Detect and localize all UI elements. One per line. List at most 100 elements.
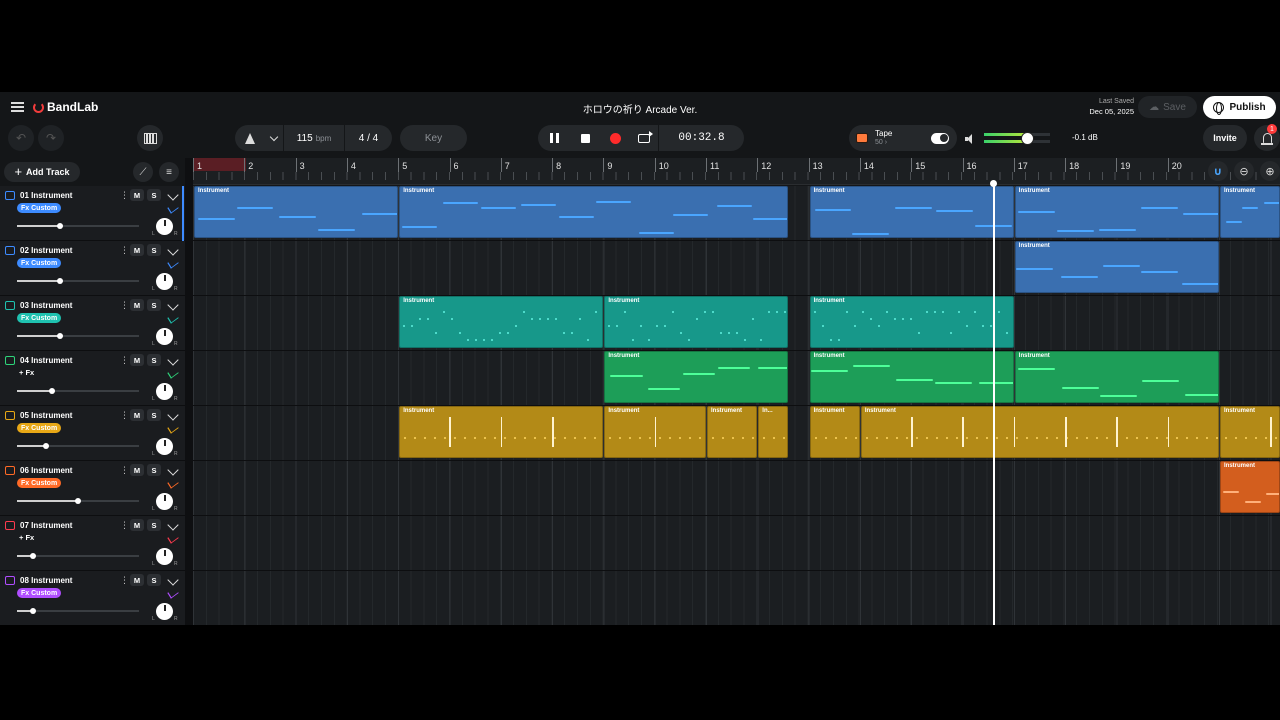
track-volume-slider[interactable]	[17, 332, 139, 339]
fx-badge[interactable]: Fx Custom	[17, 588, 62, 598]
pan-knob[interactable]	[156, 548, 173, 565]
midi-clip[interactable]: Instrument	[399, 186, 789, 238]
chevron-down-icon[interactable]	[167, 354, 179, 366]
track-name[interactable]: 06 Instrument	[20, 466, 72, 475]
track-lane[interactable]: Instrument Instrument Instrument	[193, 351, 1280, 406]
midi-clip[interactable]: Instrument	[1014, 241, 1219, 293]
track-volume-slider[interactable]	[17, 277, 139, 284]
ruler-bar-6[interactable]: 6	[449, 158, 459, 172]
midi-clip[interactable]: Instrument	[604, 406, 706, 458]
timeline-ruler[interactable]: 1 2 3 4 5 6 7 8 9 10 11 12 13 14 15 16 17 18 19 20	[193, 158, 1280, 185]
volume-handle[interactable]	[49, 387, 56, 394]
ruler-bar-1[interactable]: 1	[193, 158, 202, 172]
chevron-down-icon[interactable]	[167, 299, 179, 311]
time-signature-field[interactable]: 4 / 4	[345, 133, 392, 144]
more-options-icon[interactable]: ⋮	[120, 465, 129, 476]
track-header[interactable]: 07 Instrument ⋮ M S + Fx L R	[0, 516, 185, 571]
volume-handle[interactable]	[75, 497, 81, 504]
mute-button[interactable]: M	[130, 409, 144, 421]
track-header[interactable]: 05 Instrument ⋮ M S Fx Custom L R	[0, 406, 185, 461]
ruler-bar-4[interactable]: 4	[346, 158, 356, 172]
track-header[interactable]: 03 Instrument ⋮ M S Fx Custom L R	[0, 296, 185, 351]
fx-badge[interactable]: Fx Custom	[17, 203, 62, 213]
more-options-icon[interactable]: ⋮	[120, 190, 129, 201]
track-name[interactable]: 01 Instrument	[20, 191, 72, 200]
track-header[interactable]: 04 Instrument ⋮ M S + Fx L R	[0, 351, 185, 406]
ruler-bar-13[interactable]: 13	[808, 158, 823, 172]
add-track-button[interactable]: + Add Track	[4, 162, 80, 182]
tempo-field[interactable]: 115 bpm	[284, 133, 344, 144]
project-title[interactable]: ホロウの祈り Arcade Ver.	[583, 105, 697, 116]
automation-icon[interactable]	[167, 367, 179, 379]
keyboard-button[interactable]	[137, 125, 163, 151]
record-button[interactable]	[600, 132, 630, 144]
midi-clip[interactable]: Instrument	[809, 406, 860, 458]
track-volume-slider[interactable]	[17, 222, 139, 229]
ruler-bar-16[interactable]: 16	[962, 158, 977, 172]
volume-handle[interactable]	[29, 607, 36, 614]
midi-clip[interactable]: Instrument	[194, 186, 399, 238]
publish-button[interactable]: Publish	[1203, 96, 1276, 119]
more-options-icon[interactable]: ⋮	[120, 300, 129, 311]
pause-button[interactable]	[538, 133, 570, 143]
track-lane[interactable]: Instrument	[193, 241, 1280, 296]
fx-badge[interactable]: Fx Custom	[17, 423, 62, 433]
ruler-bar-20[interactable]: 20	[1167, 158, 1182, 172]
ruler-bar-17[interactable]: 17	[1013, 158, 1028, 172]
save-button[interactable]: ☁ Save	[1138, 96, 1197, 118]
track-volume-slider[interactable]	[17, 387, 139, 394]
chevron-down-icon[interactable]	[167, 189, 179, 201]
track-header[interactable]: 02 Instrument ⋮ M S Fx Custom L R	[0, 241, 185, 296]
more-options-icon[interactable]: ⋮	[120, 575, 129, 586]
pan-knob[interactable]	[156, 218, 173, 235]
tape-toggle[interactable]	[931, 132, 949, 144]
midi-clip[interactable]: Instrument	[1220, 186, 1280, 238]
fx-badge[interactable]: Fx Custom	[17, 313, 62, 323]
automation-icon[interactable]	[167, 312, 179, 324]
ruler-bar-19[interactable]: 19	[1116, 158, 1130, 172]
ruler-bar-14[interactable]: 14	[859, 158, 874, 172]
more-options-icon[interactable]: ⋮	[120, 410, 129, 421]
pan-knob[interactable]	[156, 493, 173, 510]
midi-clip[interactable]: Instrument	[707, 406, 758, 458]
track-name[interactable]: 02 Instrument	[20, 246, 72, 255]
midi-clip[interactable]: Instrument	[809, 186, 1014, 238]
midi-clip[interactable]: Instrument	[809, 296, 1014, 348]
midi-clip[interactable]: Instrument	[1014, 186, 1219, 238]
track-volume-slider[interactable]	[17, 442, 139, 449]
automation-icon[interactable]	[167, 587, 179, 599]
ruler-bar-12[interactable]: 12	[757, 158, 771, 172]
metronome-button[interactable]	[235, 132, 265, 144]
midi-clip[interactable]: Instrument	[860, 406, 1219, 458]
fx-badge[interactable]: Fx Custom	[17, 478, 62, 488]
track-header[interactable]: 01 Instrument ⋮ M S Fx Custom L R	[0, 186, 185, 241]
time-display[interactable]: 00:32.8	[659, 132, 744, 144]
key-button[interactable]: Key	[400, 125, 467, 151]
track-settings-button[interactable]: ≡	[159, 162, 179, 182]
midi-clip[interactable]: Instrument	[399, 406, 604, 458]
add-fx-button[interactable]: + Fx	[19, 533, 34, 542]
midi-clip[interactable]: Instrument	[604, 351, 789, 403]
track-lane[interactable]: Instrument	[193, 461, 1280, 516]
track-volume-slider[interactable]	[17, 552, 139, 559]
solo-button[interactable]: S	[147, 574, 161, 586]
more-options-icon[interactable]: ⋮	[120, 520, 129, 531]
track-lane[interactable]: Instrument Instrument Instrument	[193, 296, 1280, 351]
playhead[interactable]	[993, 182, 995, 625]
automation-button[interactable]: ⟋	[133, 162, 153, 182]
mute-button[interactable]: M	[130, 299, 144, 311]
mute-button[interactable]: M	[130, 189, 144, 201]
mute-button[interactable]: M	[130, 464, 144, 476]
menu-icon[interactable]	[11, 102, 24, 112]
ruler-bar-7[interactable]: 7	[500, 158, 510, 172]
volume-handle[interactable]	[56, 222, 63, 229]
invite-button[interactable]: Invite	[1203, 125, 1247, 151]
solo-button[interactable]: S	[147, 299, 161, 311]
chevron-down-icon[interactable]	[167, 519, 179, 531]
track-volume-slider[interactable]	[17, 497, 139, 504]
ruler-bar-11[interactable]: 11	[706, 158, 719, 172]
undo-button[interactable]: ↶	[8, 125, 34, 151]
ruler-bar-9[interactable]: 9	[603, 158, 612, 172]
more-options-icon[interactable]: ⋮	[120, 355, 129, 366]
midi-clip[interactable]: In...	[758, 406, 789, 458]
